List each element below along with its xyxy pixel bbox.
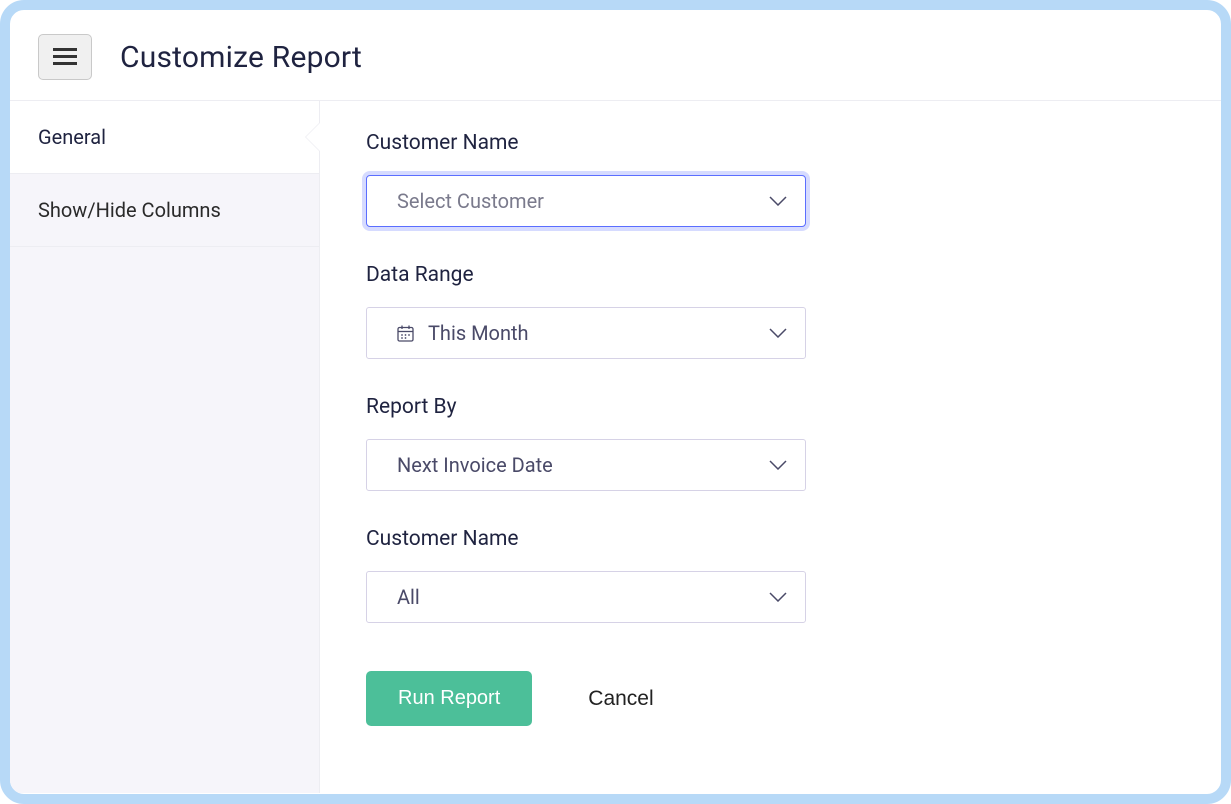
sidebar-item-general[interactable]: General [10, 101, 319, 174]
select-value: Select Customer [397, 189, 769, 213]
field-label: Report By [366, 395, 1175, 419]
field-data-range: Data Range [366, 263, 1175, 359]
calendar-icon [397, 325, 414, 342]
sidebar-item-label: Show/Hide Columns [38, 198, 221, 222]
app-window: Customize Report General Show/Hide Colum… [0, 0, 1231, 804]
field-label: Customer Name [366, 527, 1175, 551]
chevron-down-icon [769, 328, 787, 338]
action-row: Run Report Cancel [366, 671, 1175, 726]
sidebar-item-show-hide-columns[interactable]: Show/Hide Columns [10, 174, 319, 247]
sidebar-item-label: General [38, 125, 106, 149]
chevron-down-icon [769, 592, 787, 602]
data-range-select[interactable]: This Month [366, 307, 806, 359]
select-value: Next Invoice Date [397, 453, 769, 477]
chevron-down-icon [769, 196, 787, 206]
content-body: General Show/Hide Columns Customer Name … [10, 101, 1221, 793]
customer-name-select[interactable]: Select Customer [366, 175, 806, 227]
menu-button[interactable] [38, 34, 92, 80]
cancel-button[interactable]: Cancel [588, 687, 653, 711]
main-panel: Customer Name Select Customer Data Range [320, 101, 1221, 793]
select-value: This Month [428, 321, 769, 345]
report-by-select[interactable]: Next Invoice Date [366, 439, 806, 491]
hamburger-icon [53, 48, 77, 66]
field-label: Customer Name [366, 131, 1175, 155]
field-report-by: Report By Next Invoice Date [366, 395, 1175, 491]
chevron-down-icon [769, 460, 787, 470]
field-customer-name: Customer Name Select Customer [366, 131, 1175, 227]
header: Customize Report [10, 10, 1221, 101]
sidebar: General Show/Hide Columns [10, 101, 320, 793]
page-title: Customize Report [120, 40, 362, 75]
select-value: All [397, 585, 769, 609]
run-report-button[interactable]: Run Report [366, 671, 532, 726]
field-label: Data Range [366, 263, 1175, 287]
customer-name-2-select[interactable]: All [366, 571, 806, 623]
field-customer-name-2: Customer Name All [366, 527, 1175, 623]
